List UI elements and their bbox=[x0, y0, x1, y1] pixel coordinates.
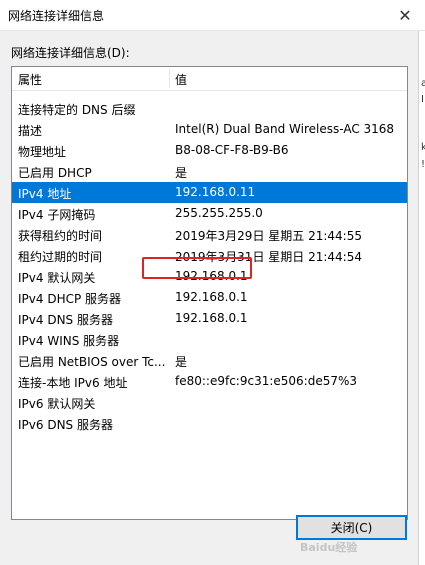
value-cell: 192.168.0.1 bbox=[175, 311, 248, 325]
close-button[interactable]: 关闭(C) bbox=[296, 515, 407, 540]
table-row[interactable]: 物理地址 B8-08-CF-F8-B9-B6 bbox=[12, 140, 407, 161]
value-cell: 192.168.0.1 bbox=[175, 290, 248, 304]
property-cell: IPv4 WINS 服务器 bbox=[18, 334, 120, 348]
list-header: 属性 值 bbox=[12, 67, 407, 91]
column-header-property[interactable]: 属性 bbox=[18, 71, 42, 88]
table-row[interactable]: IPv4 WINS 服务器 bbox=[12, 329, 407, 350]
table-row[interactable]: IPv4 默认网关 192.168.0.1 bbox=[12, 266, 407, 287]
value-cell: 255.255.255.0 bbox=[175, 206, 263, 220]
property-cell: IPv4 默认网关 bbox=[18, 271, 96, 285]
property-cell: 已启用 NetBIOS over Tc... bbox=[18, 355, 166, 369]
table-row[interactable]: 已启用 NetBIOS over Tc... 是 bbox=[12, 350, 407, 371]
title-bar: 网络连接详细信息 ✕ bbox=[0, 0, 425, 31]
property-cell: 连接-本地 IPv6 地址 bbox=[18, 376, 128, 390]
property-cell: 租约过期的时间 bbox=[18, 250, 103, 264]
value-cell: 是 bbox=[175, 355, 188, 369]
close-icon[interactable]: ✕ bbox=[385, 0, 425, 30]
value-cell: B8-08-CF-F8-B9-B6 bbox=[175, 143, 289, 157]
background-glyph: ! bbox=[421, 159, 425, 170]
table-row[interactable]: 连接特定的 DNS 后缀 bbox=[12, 98, 407, 119]
table-row[interactable]: IPv6 默认网关 bbox=[12, 392, 407, 413]
property-cell: IPv6 DNS 服务器 bbox=[18, 418, 113, 432]
table-row[interactable]: 已启用 DHCP 是 bbox=[12, 161, 407, 182]
background-glyph: a bbox=[421, 78, 425, 89]
details-label: 网络连接详细信息(D): bbox=[11, 46, 130, 60]
property-cell: IPv4 子网掩码 bbox=[18, 208, 96, 222]
property-cell: IPv4 DHCP 服务器 bbox=[18, 292, 122, 306]
property-cell: 已启用 DHCP bbox=[18, 166, 92, 180]
list-rows: 连接特定的 DNS 后缀 描述 Intel(R) Dual Band Wireles… bbox=[12, 98, 407, 434]
property-cell: IPv4 地址 bbox=[18, 187, 72, 201]
value-cell: fe80::e9fc:9c31:e506:de57%3 bbox=[175, 374, 358, 388]
property-cell: 物理地址 bbox=[18, 145, 67, 159]
details-list[interactable]: 属性 值 连接特定的 DNS 后缀 描述 Intel(R) Dual Band Wi… bbox=[11, 66, 408, 520]
window-title: 网络连接详细信息 bbox=[8, 9, 105, 23]
property-cell: 获得租约的时间 bbox=[18, 229, 103, 243]
table-row[interactable]: IPv4 DNS 服务器 192.168.0.1 bbox=[12, 308, 407, 329]
property-cell: IPv4 DNS 服务器 bbox=[18, 313, 113, 327]
property-cell: IPv6 默认网关 bbox=[18, 397, 96, 411]
value-cell: 192.168.0.1 bbox=[175, 269, 248, 283]
background-glyph: k bbox=[421, 142, 425, 153]
value-cell: 是 bbox=[175, 166, 188, 180]
value-cell: Intel(R) Dual Band Wireless-AC 3168 bbox=[175, 122, 395, 136]
table-row[interactable]: 描述 Intel(R) Dual Band Wireless-AC 3168 bbox=[12, 119, 407, 140]
column-divider[interactable] bbox=[169, 69, 170, 88]
background-window-edge: a I k ! bbox=[418, 31, 425, 565]
table-row[interactable]: IPv6 DNS 服务器 bbox=[12, 413, 407, 434]
table-row[interactable]: 租约过期的时间 2019年3月31日 星期日 21:44:54 bbox=[12, 245, 407, 266]
table-row[interactable]: IPv4 地址 192.168.0.11 bbox=[12, 182, 407, 203]
dialog-body: 网络连接详细信息(D): 属性 值 连接特定的 DNS 后缀 描述 Intel(R)… bbox=[0, 31, 418, 565]
table-row[interactable]: 获得租约的时间 2019年3月29日 星期五 21:44:55 bbox=[12, 224, 407, 245]
value-cell: 192.168.0.11 bbox=[175, 185, 256, 199]
value-cell: 2019年3月31日 星期日 21:44:54 bbox=[175, 250, 362, 264]
value-cell: 2019年3月29日 星期五 21:44:55 bbox=[175, 229, 362, 243]
background-glyph: I bbox=[421, 94, 424, 105]
property-cell: 描述 bbox=[18, 124, 43, 138]
column-header-value[interactable]: 值 bbox=[175, 71, 187, 88]
watermark: Baidu经验 bbox=[300, 541, 358, 554]
table-row[interactable]: 连接-本地 IPv6 地址 fe80::e9fc:9c31:e506:de57%3 bbox=[12, 371, 407, 392]
table-row[interactable]: IPv4 子网掩码 255.255.255.0 bbox=[12, 203, 407, 224]
table-row[interactable]: IPv4 DHCP 服务器 192.168.0.1 bbox=[12, 287, 407, 308]
property-cell: 连接特定的 DNS 后缀 bbox=[18, 103, 136, 117]
